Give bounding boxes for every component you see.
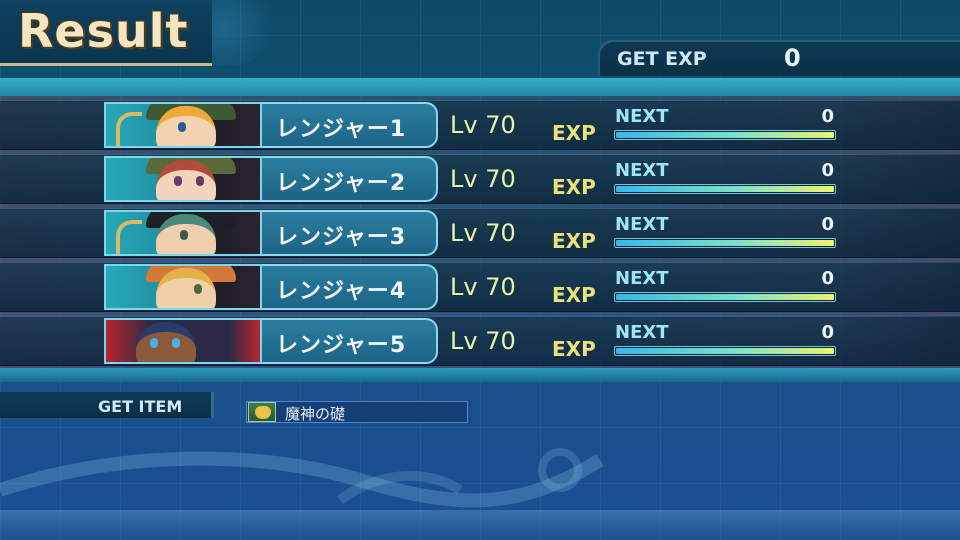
next-value: 0 (821, 322, 834, 343)
eye-icon (150, 338, 158, 348)
eye-icon (180, 230, 188, 240)
eye-icon (174, 176, 182, 186)
hook-icon (116, 112, 142, 146)
character-name: レンジャー5 (276, 333, 407, 358)
decorative-swirl (0, 448, 604, 508)
next-label: NEXT (615, 214, 669, 235)
next-value: 0 (821, 214, 834, 235)
exp-label: EXP (552, 283, 596, 307)
next-label: NEXT (615, 322, 669, 343)
get-item-label: GET ITEM (98, 397, 183, 416)
exp-bar-fill (616, 186, 834, 192)
exp-bar (614, 130, 836, 140)
party-row: レンジャー3 Lv 70 EXP NEXT 0 (0, 208, 960, 258)
row-tail (840, 262, 960, 312)
hook-icon (116, 220, 142, 254)
item-entry (246, 401, 468, 423)
item-name: 魔神の礎 (285, 405, 346, 423)
character-level: Lv 70 (450, 327, 516, 355)
next-label: NEXT (615, 160, 669, 181)
exp-bar (614, 346, 836, 356)
character-name: レンジャー2 (276, 171, 407, 196)
eye-icon (196, 176, 204, 186)
character-name: レンジャー4 (276, 279, 407, 304)
next-value: 0 (821, 160, 834, 181)
next-label: NEXT (615, 106, 669, 127)
party-row: レンジャー4 Lv 70 EXP NEXT 0 (0, 262, 960, 312)
row-tail (840, 208, 960, 258)
character-portrait (104, 318, 262, 364)
exp-label: EXP (552, 337, 596, 361)
row-tail (840, 100, 960, 150)
next-label: NEXT (615, 268, 669, 289)
row-tail (840, 154, 960, 204)
eye-icon (178, 122, 186, 132)
bag-shape (255, 406, 271, 419)
character-portrait (104, 102, 262, 148)
eye-icon (172, 338, 180, 348)
exp-bar-fill (616, 294, 834, 300)
character-level: Lv 70 (450, 111, 516, 139)
row-tail (840, 316, 960, 366)
exp-label: EXP (552, 175, 596, 199)
face-icon (136, 322, 196, 362)
party-row: レンジャー5 Lv 70 EXP NEXT 0 (0, 316, 960, 366)
exp-bar-fill (616, 240, 834, 246)
character-portrait (104, 210, 262, 256)
character-level: Lv 70 (450, 273, 516, 301)
get-exp-label: GET EXP (617, 48, 707, 70)
get-exp-value: 0 (784, 44, 801, 72)
character-level: Lv 70 (450, 165, 516, 193)
exp-bar-fill (616, 348, 834, 354)
character-name: レンジャー3 (276, 225, 407, 250)
money-bag-icon (248, 402, 276, 422)
exp-bar-fill (616, 132, 834, 138)
eye-icon (194, 284, 202, 294)
character-level: Lv 70 (450, 219, 516, 247)
screen-title: Result (18, 4, 189, 58)
exp-bar (614, 184, 836, 194)
next-value: 0 (821, 106, 834, 127)
character-portrait (104, 156, 262, 202)
exp-label: EXP (552, 229, 596, 253)
next-value: 0 (821, 268, 834, 289)
exp-label: EXP (552, 121, 596, 145)
party-row: レンジャー1 Lv 70 EXP NEXT 0 (0, 100, 960, 150)
exp-bar (614, 238, 836, 248)
party-row: レンジャー2 Lv 70 EXP NEXT 0 (0, 154, 960, 204)
exp-bar (614, 292, 836, 302)
background-stripe-top (0, 78, 960, 96)
character-portrait (104, 264, 262, 310)
background-stripe-bottom (0, 368, 960, 382)
character-name: レンジャー1 (276, 117, 407, 142)
